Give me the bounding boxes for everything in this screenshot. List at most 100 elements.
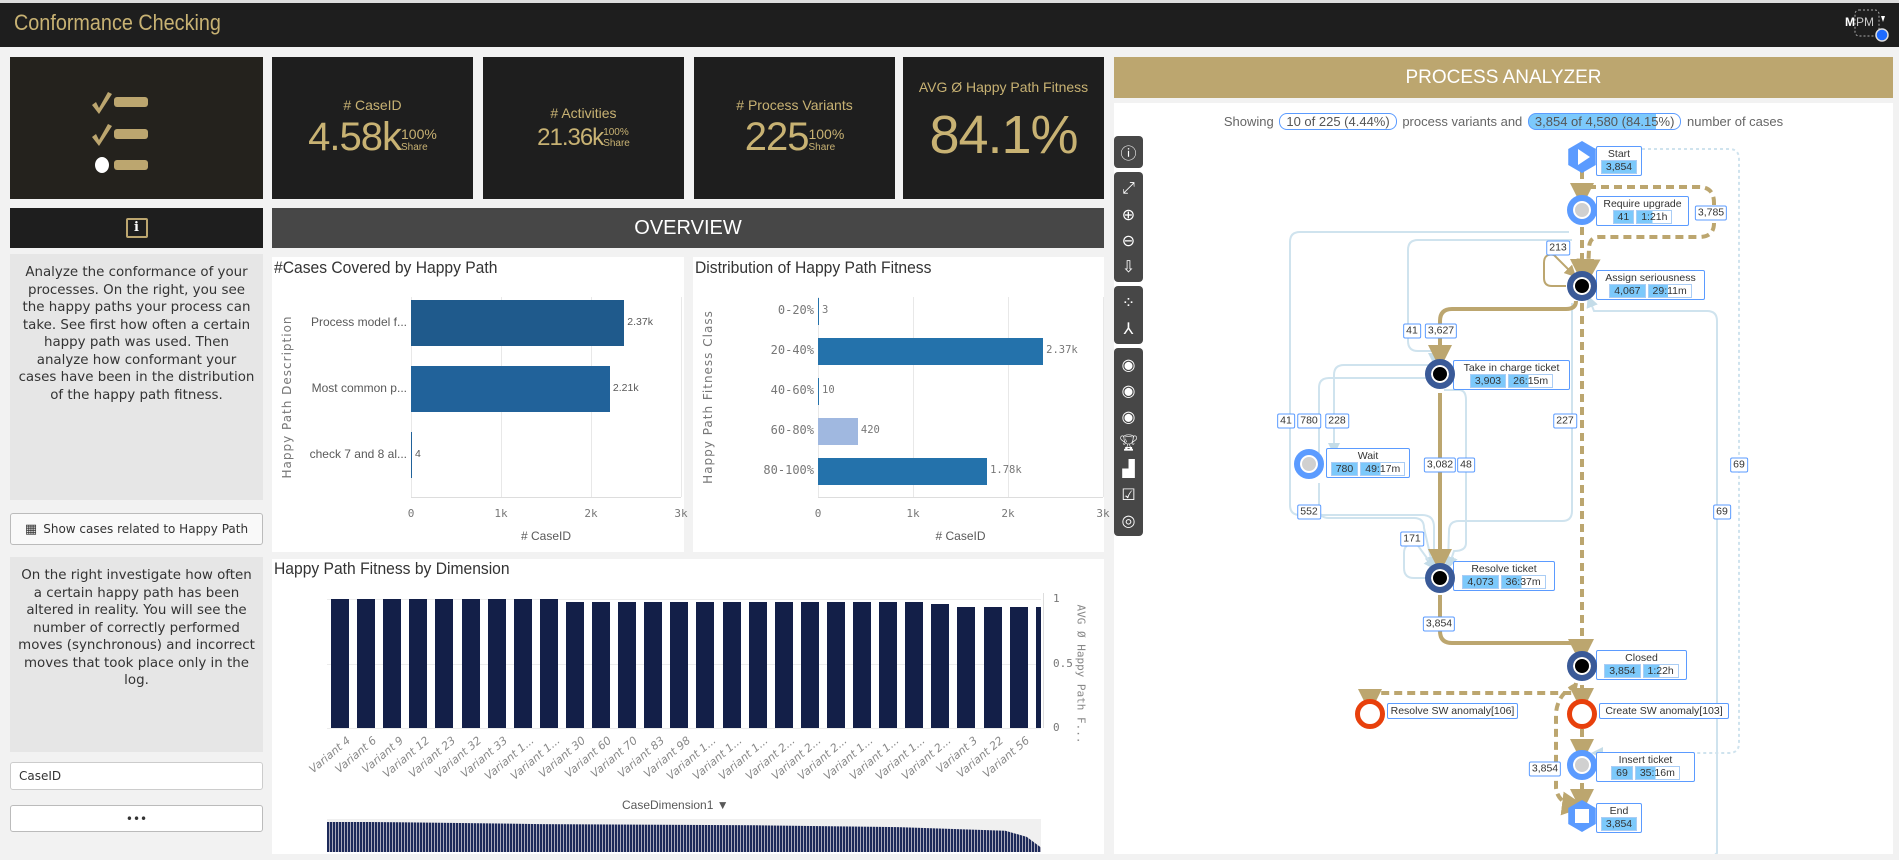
category-label: 60-80% xyxy=(770,423,814,437)
edge-label: 171 xyxy=(1400,531,1424,547)
node-name: Wait xyxy=(1357,450,1379,462)
y-tick-label: 0 xyxy=(1053,721,1060,734)
kpi-label: AVG Ø Happy Path Fitness xyxy=(918,79,1089,95)
y-axis-title: Happy Path Description xyxy=(280,315,294,479)
mpm-logo[interactable]: M PM xyxy=(1845,8,1889,42)
node-count: 69 xyxy=(1611,766,1633,780)
node-label: Create SW anomaly[103] xyxy=(1599,703,1729,719)
activity-node-circle xyxy=(1355,699,1385,729)
process-analyzer-panel[interactable]: Showing 10 of 225 (4.44%) process varian… xyxy=(1114,103,1893,854)
bar[interactable] xyxy=(696,601,715,728)
bar[interactable] xyxy=(818,337,1044,365)
kpi-value: 4.58k xyxy=(308,115,402,159)
bar[interactable] xyxy=(774,601,793,728)
x-axis xyxy=(818,497,1103,498)
more-button[interactable]: ••• xyxy=(10,805,263,832)
node-count: 3,854 xyxy=(1604,664,1641,678)
bar[interactable] xyxy=(411,432,412,478)
x-tick-label: 2k xyxy=(584,507,598,520)
chart-scrollbar[interactable] xyxy=(327,819,1041,852)
bar[interactable] xyxy=(513,599,532,728)
bar[interactable] xyxy=(853,601,871,728)
kpi-label: # CaseID xyxy=(343,97,402,113)
bar[interactable] xyxy=(411,300,625,346)
bar[interactable] xyxy=(383,599,402,728)
kpi-avg-fitness: AVG Ø Happy Path Fitness 84.1% xyxy=(903,57,1104,199)
bar[interactable] xyxy=(931,604,950,728)
activity-node-circle xyxy=(1425,359,1455,389)
fitness-by-dimension-chart[interactable]: Happy Path Fitness by Dimension 0 0.5 1 Var… xyxy=(272,559,1104,854)
bar[interactable] xyxy=(748,601,767,728)
info-bar: i xyxy=(10,208,263,248)
bar[interactable] xyxy=(331,599,349,728)
activity-node-circle xyxy=(1425,563,1455,593)
kpi-value: 21.36k xyxy=(537,124,604,151)
bar[interactable] xyxy=(618,601,637,728)
edge-take-resolve xyxy=(1444,389,1467,569)
bar[interactable] xyxy=(957,606,976,728)
node-label: End 3,854 xyxy=(1596,803,1642,833)
gridline xyxy=(327,599,1041,600)
scrollbar-minimap xyxy=(327,821,1041,852)
node-name: Create SW anomaly[103] xyxy=(1605,705,1723,717)
bar[interactable] xyxy=(905,601,924,728)
show-cases-button[interactable]: ▦ Show cases related to Happy Path xyxy=(10,513,263,545)
node-stats: 4,067 29:11m xyxy=(1599,284,1702,298)
kpi-share: 100% xyxy=(603,127,629,138)
bar[interactable] xyxy=(411,366,610,412)
bar[interactable] xyxy=(670,601,689,728)
bar[interactable] xyxy=(879,601,898,728)
activity-node-circle xyxy=(1294,449,1324,479)
data-label: 10 xyxy=(822,384,835,396)
caseid-filter[interactable]: CaseID xyxy=(10,762,263,790)
svg-text:M: M xyxy=(1845,15,1855,29)
x-axis-title: # CaseID xyxy=(935,529,986,543)
node-name: Resolve ticket xyxy=(1471,563,1537,575)
bar[interactable] xyxy=(826,601,845,728)
bar[interactable] xyxy=(539,599,558,728)
node-count: 3,854 xyxy=(1600,160,1638,174)
edge-label: 3,854 xyxy=(1422,616,1456,632)
cases-by-happy-path-chart[interactable]: #Cases Covered by Happy Path 0 1k 2k 3k 2.37… xyxy=(272,257,688,552)
node-duration: 26:15m xyxy=(1508,374,1554,388)
bar[interactable] xyxy=(818,377,819,405)
activity-node-circle xyxy=(1567,651,1597,681)
bar[interactable] xyxy=(800,601,819,728)
category-label: Most common p... xyxy=(311,381,407,395)
x-tick-label: 0 xyxy=(814,507,822,520)
info-icon[interactable]: i xyxy=(125,218,148,238)
data-label: 4 xyxy=(415,448,421,460)
bar[interactable] xyxy=(818,457,988,485)
x-tick-label: 0 xyxy=(407,507,415,520)
bar[interactable] xyxy=(409,599,428,728)
edge-require-resolve xyxy=(1289,231,1569,569)
bar[interactable] xyxy=(592,601,610,728)
kpi-caseid: # CaseID 4.58k 100% Share xyxy=(272,57,473,199)
bar[interactable] xyxy=(983,606,1002,728)
fitness-distribution-chart[interactable]: Distribution of Happy Path Fitness 0 1k 2k… xyxy=(693,257,1110,552)
node-count: 3,854 xyxy=(1600,817,1638,831)
y-tick-label: 1 xyxy=(1053,592,1060,605)
dimension-selector[interactable]: CaseDimension1 ▼ xyxy=(622,798,729,812)
node-duration: 1:22h xyxy=(1642,664,1679,678)
bar[interactable] xyxy=(644,601,663,728)
bar[interactable] xyxy=(487,599,506,728)
bar[interactable] xyxy=(818,297,819,325)
bar[interactable] xyxy=(818,417,858,445)
kpi-label: # Process Variants xyxy=(736,97,853,113)
node-stats: 4,073 36:37m xyxy=(1456,575,1552,589)
bar[interactable] xyxy=(565,601,584,728)
bar[interactable] xyxy=(435,599,454,728)
dimension-label: CaseDimension1 xyxy=(622,798,714,812)
kpi-value: 225 xyxy=(744,115,810,159)
bar[interactable] xyxy=(357,599,376,728)
bar[interactable] xyxy=(722,601,741,728)
node-stats: 3,854 1:22h xyxy=(1599,664,1684,678)
intro-text: Analyze the conformance of your processe… xyxy=(10,254,263,500)
node-label: Assign seriousness 4,067 29:11m xyxy=(1596,270,1705,300)
bar[interactable] xyxy=(1035,606,1041,728)
node-label: Resolve ticket 4,073 36:37m xyxy=(1453,561,1555,591)
kpi-activities: # Activities 21.36k 100% Share xyxy=(483,57,684,199)
bar[interactable] xyxy=(1009,606,1028,728)
bar[interactable] xyxy=(461,599,480,728)
